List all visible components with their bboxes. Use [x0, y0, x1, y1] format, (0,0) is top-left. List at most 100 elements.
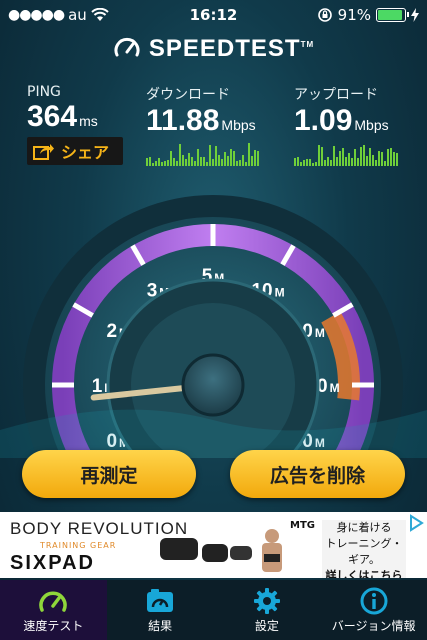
graph-bar [321, 147, 323, 166]
graph-bar [357, 158, 359, 166]
graph-bar [173, 158, 175, 166]
app-title: SPEEDTESTTM [148, 35, 315, 62]
app-header: SPEEDTESTTM [0, 33, 427, 65]
graph-bar [149, 157, 151, 166]
ping-label: PING [27, 84, 61, 100]
upload-stat: アップロード 1.09 Mbps [294, 84, 389, 142]
share-button[interactable]: シェア [27, 137, 123, 165]
graph-bar [236, 161, 238, 166]
upload-graph [294, 142, 399, 166]
tab-settings[interactable]: 設定 [214, 580, 321, 640]
graph-bar [161, 162, 163, 166]
graph-bar [212, 159, 214, 166]
ad-banner[interactable]: BODY REVOLUTION TRAINING GEAR SIXPAD MTG… [0, 512, 427, 578]
graph-bar [381, 152, 383, 166]
upload-unit: Mbps [354, 117, 389, 133]
upload-value: 1.09 [294, 104, 353, 137]
ad-copy: 身に着ける トレーニング・ギア。 詳しくはこちら [322, 520, 406, 578]
graph-bar [239, 160, 241, 166]
speed-gauge: 0M1M2M3M5M10M20M30M50M [0, 195, 427, 458]
graph-bar [309, 159, 311, 166]
graph-bar [351, 158, 353, 166]
tab-results-label: 結果 [148, 619, 173, 633]
tab-speed-test[interactable]: 速度テスト [0, 580, 107, 640]
graph-bar [206, 162, 208, 166]
download-graph [146, 142, 261, 166]
graph-bar [224, 152, 226, 166]
share-icon [33, 144, 54, 160]
graph-bar [336, 157, 338, 166]
graph-bar [390, 148, 392, 166]
tab-results[interactable]: 結果 [107, 580, 214, 640]
graph-bar [372, 155, 374, 166]
graph-bar [197, 149, 199, 166]
graph-bar [315, 162, 317, 166]
speedometer-icon [39, 591, 68, 612]
graph-bar [245, 162, 247, 166]
rotation-lock-icon [317, 8, 332, 22]
graph-bar [312, 163, 314, 166]
graph-bar [146, 158, 148, 166]
ad-subline: TRAINING GEAR [40, 541, 117, 550]
graph-bar [378, 151, 380, 166]
download-stat: ダウンロード 11.88 Mbps [146, 84, 256, 142]
graph-bar [200, 157, 202, 166]
tab-settings-label: 設定 [254, 619, 279, 633]
graph-bar [251, 156, 253, 166]
ping-stat: PING 364 ms [27, 84, 98, 138]
graph-bar [242, 155, 244, 166]
graph-bar [164, 161, 166, 166]
tab-speed-test-label: 速度テスト [23, 619, 84, 633]
graph-bar [170, 151, 172, 166]
retest-button[interactable]: 再測定 [22, 450, 196, 498]
share-label: シェア [61, 143, 110, 162]
remove-ads-button[interactable]: 広告を削除 [230, 450, 405, 498]
graph-bar [396, 153, 398, 166]
graph-bar [375, 160, 377, 166]
ad-choices-icon[interactable] [407, 514, 425, 532]
download-value: 11.88 [146, 104, 220, 137]
graph-bar [294, 158, 296, 166]
upload-label: アップロード [294, 87, 378, 103]
graph-bar [348, 153, 350, 166]
graph-bar [366, 156, 368, 166]
graph-bar [179, 144, 181, 166]
graph-bar [345, 157, 347, 166]
graph-bar [254, 150, 256, 166]
graph-bar [330, 160, 332, 166]
graph-bar [257, 151, 259, 166]
battery-percent: 91% [337, 6, 371, 24]
graph-bar [303, 160, 305, 166]
graph-bar [369, 148, 371, 166]
ad-maker: MTG [290, 520, 315, 531]
speedometer-logo-icon [114, 37, 140, 57]
gear-icon [253, 588, 280, 614]
graph-bar [318, 145, 320, 166]
graph-bar [360, 147, 362, 166]
ad-product-image [160, 529, 282, 572]
graph-bar [297, 157, 299, 166]
graph-bar [167, 160, 169, 166]
graph-bar [158, 158, 160, 166]
graph-bar [227, 156, 229, 166]
graph-bar [185, 159, 187, 166]
gauge-hub [181, 353, 245, 417]
graph-bar [233, 151, 235, 166]
graph-bar [203, 157, 205, 166]
graph-bar [306, 159, 308, 166]
graph-bar [182, 155, 184, 166]
charging-icon [411, 8, 419, 22]
ping-unit: ms [79, 113, 98, 129]
download-label: ダウンロード [146, 87, 230, 103]
graph-bar [363, 145, 365, 166]
graph-bar [155, 161, 157, 166]
graph-bar [354, 149, 356, 166]
graph-bar [191, 157, 193, 166]
tab-version-info-label: バージョン情報 [331, 619, 416, 633]
graph-bar [188, 153, 190, 166]
graph-bar [300, 162, 302, 166]
graph-bar [221, 159, 223, 166]
graph-bar [230, 149, 232, 166]
info-icon [360, 587, 388, 615]
tab-version-info[interactable]: バージョン情報 [320, 580, 427, 640]
